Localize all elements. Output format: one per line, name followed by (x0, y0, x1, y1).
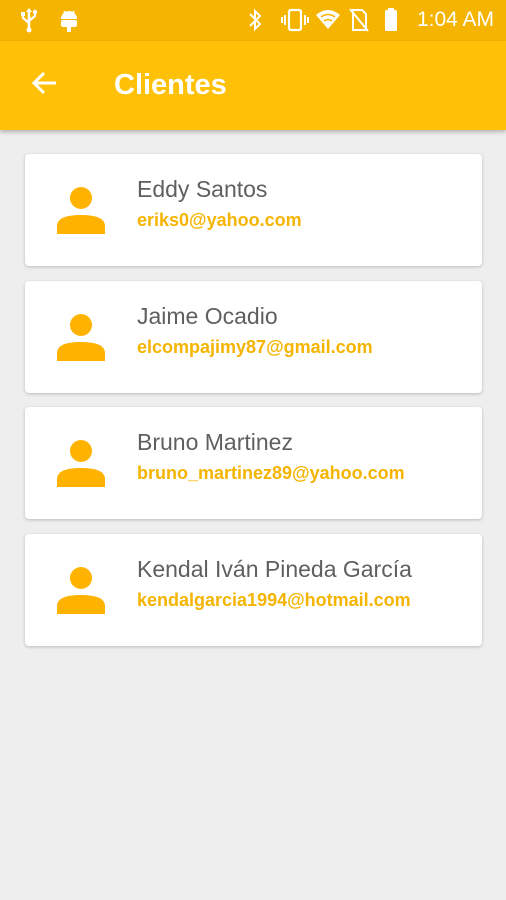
battery-icon (383, 7, 405, 33)
person-icon (55, 437, 107, 489)
client-name: Kendal Iván Pineda García (137, 555, 412, 582)
arrow-back-icon (30, 69, 58, 102)
client-email: elcompajimy87@gmail.com (137, 336, 373, 357)
person-icon (55, 311, 107, 363)
status-left-icons (18, 7, 80, 33)
client-email: eriks0@yahoo.com (137, 210, 302, 230)
vibrate-icon (280, 7, 309, 33)
client-list: Eddy Santos eriks0@yahoo.com Jaime Ocadi… (25, 154, 482, 660)
back-button[interactable] (18, 61, 70, 109)
status-time: 1:04 AM (416, 8, 494, 31)
app-bar: Clientes (0, 41, 506, 130)
client-card[interactable]: Eddy Santos eriks0@yahoo.com (25, 154, 482, 266)
status-bar: 1:04 AM (0, 0, 506, 41)
client-card[interactable]: Kendal Iván Pineda García kendalgarcia19… (25, 533, 482, 646)
status-right-icons: 1:04 AM (247, 7, 494, 33)
person-icon (55, 564, 107, 616)
bluetooth-icon (247, 7, 269, 33)
usb-icon (18, 7, 40, 33)
no-sim-icon (349, 7, 371, 33)
client-card[interactable]: Bruno Martinez bruno_martinez89@yahoo.co… (25, 407, 482, 519)
client-name: Eddy Santos (137, 176, 268, 202)
client-email: kendalgarcia1994@hotmail.com (137, 589, 411, 610)
wifi-icon (315, 7, 340, 33)
client-name: Jaime Ocadio (137, 302, 278, 329)
page-title: Clientes (114, 69, 227, 101)
person-icon (55, 184, 107, 236)
client-email: bruno_martinez89@yahoo.com (137, 463, 405, 483)
android-debug-icon (58, 7, 80, 33)
client-card[interactable]: Jaime Ocadio elcompajimy87@gmail.com (25, 280, 482, 393)
client-name: Bruno Martinez (137, 429, 293, 455)
